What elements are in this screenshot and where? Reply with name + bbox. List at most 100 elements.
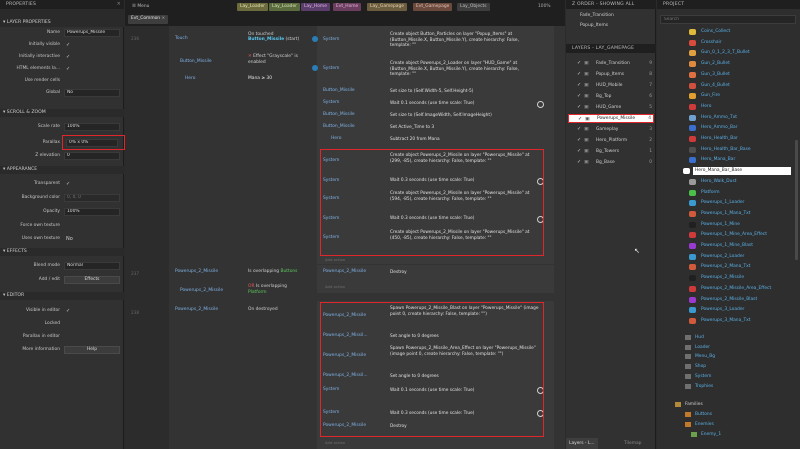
layer-row[interactable]: ✓ ▣ HUD_Game 5: [568, 103, 654, 112]
condition-touch[interactable]: Touch: [175, 36, 188, 41]
visible-check[interactable]: ✓: [578, 115, 582, 124]
condition-overlap-platform[interactable]: Powerups_2_Missile: [180, 288, 223, 293]
scrollbar[interactable]: [795, 140, 798, 260]
layer-row[interactable]: ✓ ▣ Gameplay 3: [568, 125, 654, 134]
action-row[interactable]: Button_Missile Set Active_Time to 3: [319, 123, 554, 135]
section-effects[interactable]: ▾ EFFECTS: [0, 248, 124, 256]
tab-evt-common[interactable]: Evt_Common ×: [128, 15, 169, 24]
tab-lay-loader[interactable]: Lay_Loader: [237, 3, 268, 11]
checkbox-visible-in-editor[interactable]: ✓: [66, 308, 72, 314]
section-appearance[interactable]: ▾ APPEARANCE: [0, 166, 124, 174]
condition-button-missile[interactable]: Button_Missile: [180, 59, 212, 64]
background-color-field[interactable]: 0, 0, 0: [64, 194, 120, 202]
search-input[interactable]: [660, 15, 796, 24]
object-icon: [689, 114, 696, 121]
visible-check[interactable]: ✓: [577, 92, 581, 101]
tab-evt-gamepage[interactable]: Evt_Gamepage: [413, 3, 453, 11]
add-action-link[interactable]: Add action: [325, 257, 345, 262]
lock-icon[interactable]: ▣: [584, 59, 589, 68]
condition-effect-enabled[interactable]: ✕ Effect "Grayscale" is enabled: [248, 54, 308, 66]
condition-hero[interactable]: Hero: [185, 76, 195, 81]
section-layer-properties[interactable]: ▾ LAYER PROPERTIES: [0, 19, 124, 27]
action-row[interactable]: Powerups_2_Missile Destroy: [319, 267, 554, 279]
z-order-item[interactable]: Fade_Transition: [568, 11, 654, 20]
name-field[interactable]: Powerups_Missile: [64, 29, 120, 37]
condition-on-destroyed[interactable]: On destroyed: [248, 307, 278, 312]
global-select[interactable]: No: [64, 89, 120, 97]
tab-lay-loader-2[interactable]: Lay_Loader: [269, 3, 300, 11]
tab-tilemap[interactable]: Tilemap: [621, 438, 644, 449]
action-row[interactable]: System Create object Button_Particles on …: [312, 30, 554, 53]
visible-check[interactable]: ✓: [577, 81, 581, 90]
close-icon[interactable]: ×: [117, 0, 121, 9]
visible-check[interactable]: ✓: [577, 125, 581, 134]
help-button[interactable]: Help: [64, 346, 120, 354]
lock-icon[interactable]: ▣: [584, 103, 589, 112]
lock-icon[interactable]: ▣: [584, 147, 589, 156]
checkbox-force-own-texture[interactable]: [66, 223, 72, 229]
condition-mana[interactable]: Mana ≥ 30: [248, 76, 272, 81]
tab-lay-gamepage[interactable]: Lay_Gamepage: [367, 3, 407, 11]
visible-check[interactable]: ✓: [577, 147, 581, 156]
object-name: Powerups_1_Mine_Blast: [701, 243, 753, 248]
section-editor[interactable]: ▾ EDITOR: [0, 292, 124, 300]
project-object-item[interactable]: Hero_Mana_Bar_Base: [683, 167, 791, 176]
checkbox-use-render-cells[interactable]: [66, 78, 72, 84]
section-scroll-zoom[interactable]: ▾ SCROLL & ZOOM: [0, 109, 124, 117]
condition-on-touched[interactable]: On touched Button_Missile (start): [248, 32, 299, 42]
checkbox-transparent[interactable]: ✓: [66, 181, 72, 187]
checkbox-initially-visible[interactable]: ✓: [66, 42, 72, 48]
action-row[interactable]: System Wait 0.1 seconds (use time scale: …: [319, 99, 554, 111]
object-icon: [689, 210, 696, 217]
checkbox-html-elements[interactable]: ✓: [66, 66, 72, 72]
layer-row[interactable]: ✓ ▣ Bg_Towers 1: [568, 147, 654, 156]
z-order-item[interactable]: Popup_Items: [568, 21, 654, 30]
lock-icon[interactable]: ▣: [584, 70, 589, 79]
close-icon[interactable]: ×: [161, 16, 165, 21]
condition-destroyed[interactable]: Powerups_2_Missile: [175, 307, 218, 312]
effects-button[interactable]: Effects: [64, 276, 120, 284]
lock-icon[interactable]: ▣: [584, 158, 589, 167]
tab-lay-home[interactable]: Lay_Home: [301, 3, 330, 11]
checkbox-locked[interactable]: [66, 321, 72, 327]
condition-or-overlapping[interactable]: OR Is overlapping Platform: [248, 284, 287, 296]
tab-evt-home[interactable]: Evt_Home: [333, 3, 362, 11]
lock-icon[interactable]: ▣: [584, 92, 589, 101]
action-row[interactable]: Hero Subtract 20 from Mana: [319, 135, 554, 147]
add-action-link[interactable]: Add action: [325, 440, 345, 445]
tab-layers[interactable]: Layers - L...: [566, 438, 598, 449]
lock-icon[interactable]: ▣: [584, 136, 589, 145]
layer-row[interactable]: ✓ ▣ Bg_Base 0: [568, 158, 654, 167]
action-row[interactable]: Button_Missile Set size to (Self.ImageWid…: [319, 111, 554, 123]
lock-icon[interactable]: ▣: [584, 125, 589, 134]
layer-row[interactable]: ✓ ▣ Hero_Platform 2: [568, 136, 654, 145]
checkbox-initially-interactive[interactable]: ✓: [66, 54, 72, 60]
layer-row-selected[interactable]: ✓ ▣ Powerups_Missile 4: [568, 114, 654, 123]
condition-is-overlapping[interactable]: Is overlapping Buttons: [248, 269, 297, 274]
tab-lay-objects[interactable]: Lay_Objects: [457, 3, 490, 11]
layer-row[interactable]: ✓ ▣ Popup_Items 8: [568, 70, 654, 79]
lock-icon[interactable]: ▣: [585, 115, 590, 124]
checkbox-parallax-in-editor[interactable]: [66, 334, 72, 340]
action-row[interactable]: System Create object Powerups_2_Loader on…: [312, 59, 554, 82]
menu-button[interactable]: ☰ Menu: [129, 3, 152, 11]
visible-check[interactable]: ✓: [577, 136, 581, 145]
layer-row[interactable]: ✓ ▣ Bg_Top 6: [568, 92, 654, 101]
add-action-link[interactable]: Add action: [325, 284, 345, 289]
visible-check[interactable]: ✓: [577, 59, 581, 68]
object-icon: [689, 317, 696, 324]
visible-check[interactable]: ✓: [577, 158, 581, 167]
layer-row[interactable]: ✓ ▣ HUD_Mobile 7: [568, 81, 654, 90]
layer-row[interactable]: ✓ ▣ Fade_Transition 9: [568, 59, 654, 68]
object-icon: [689, 232, 696, 239]
visible-check[interactable]: ✓: [577, 70, 581, 79]
lock-icon[interactable]: ▣: [584, 81, 589, 90]
blend-mode-select[interactable]: Normal: [64, 262, 120, 270]
scale-rate-field[interactable]: 100%: [64, 123, 120, 131]
prop-label: Background color: [21, 195, 60, 200]
opacity-field[interactable]: 100%: [64, 208, 120, 216]
z-elevation-field[interactable]: 0: [64, 152, 120, 160]
condition-overlap-buttons[interactable]: Powerups_2_Missile: [175, 269, 218, 274]
action-row[interactable]: Button_Missile Set size to (Self.Width-5,…: [319, 87, 554, 99]
visible-check[interactable]: ✓: [577, 103, 581, 112]
